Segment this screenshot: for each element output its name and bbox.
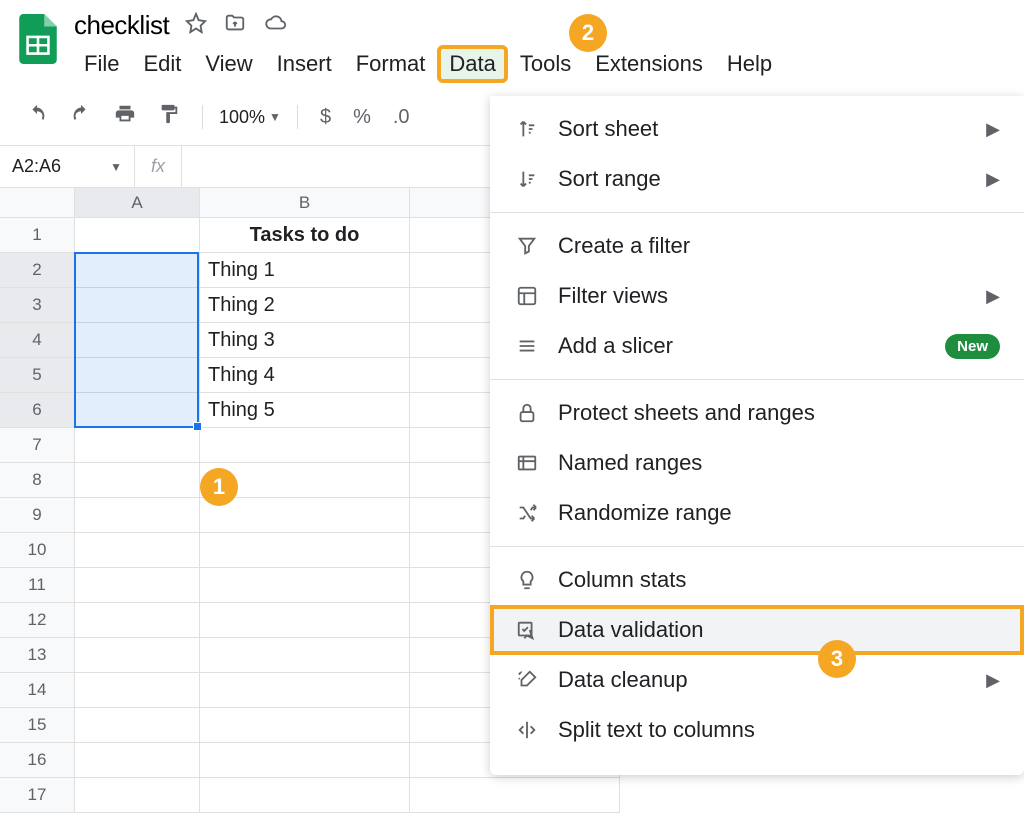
menu-create-filter[interactable]: Create a filter bbox=[490, 221, 1024, 271]
row-header[interactable]: 11 bbox=[0, 568, 75, 603]
row-header[interactable]: 17 bbox=[0, 778, 75, 813]
named-ranges-icon bbox=[514, 450, 540, 476]
col-header[interactable]: A bbox=[75, 188, 200, 218]
menu-tools[interactable]: Tools bbox=[510, 47, 581, 81]
menu-format[interactable]: Format bbox=[346, 47, 436, 81]
fx-label: fx bbox=[135, 146, 182, 187]
row-header[interactable]: 9 bbox=[0, 498, 75, 533]
step-badge-2: 2 bbox=[569, 14, 607, 52]
step-badge-1: 1 bbox=[200, 468, 238, 506]
currency-button[interactable]: $ bbox=[314, 102, 337, 133]
sort-sheet-icon bbox=[514, 116, 540, 142]
task-cell[interactable]: Thing 1 bbox=[200, 253, 410, 288]
menu-split-text[interactable]: Split text to columns bbox=[490, 705, 1024, 755]
header-cell[interactable]: Tasks to do bbox=[200, 218, 410, 253]
menu-edit[interactable]: Edit bbox=[133, 47, 191, 81]
percent-button[interactable]: % bbox=[347, 102, 377, 133]
task-cell[interactable]: Thing 3 bbox=[200, 323, 410, 358]
menu-data[interactable]: Data bbox=[439, 47, 505, 81]
submenu-arrow-icon: ▶ bbox=[986, 169, 1000, 190]
menu-help[interactable]: Help bbox=[717, 47, 782, 81]
menu-insert[interactable]: Insert bbox=[267, 47, 342, 81]
validation-icon bbox=[514, 617, 540, 643]
menu-bar: File Edit View Insert Format Data Tools … bbox=[74, 47, 782, 81]
header-bar: checklist File Edit View Insert Format D… bbox=[0, 0, 1024, 81]
menu-named-ranges[interactable]: Named ranges bbox=[490, 438, 1024, 488]
print-icon[interactable] bbox=[108, 99, 142, 135]
menu-sort-sheet[interactable]: Sort sheet ▶ bbox=[490, 104, 1024, 154]
row-header[interactable]: 12 bbox=[0, 603, 75, 638]
menu-extensions[interactable]: Extensions bbox=[585, 47, 713, 81]
randomize-icon bbox=[514, 500, 540, 526]
row-header[interactable]: 5 bbox=[0, 358, 75, 393]
menu-view[interactable]: View bbox=[195, 47, 262, 81]
cleanup-icon bbox=[514, 667, 540, 693]
decimal-button[interactable]: .0 bbox=[387, 102, 416, 133]
task-cell[interactable]: Thing 5 bbox=[200, 393, 410, 428]
step-badge-3: 3 bbox=[818, 640, 856, 678]
sort-range-icon bbox=[514, 166, 540, 192]
menu-add-slicer[interactable]: Add a slicer New bbox=[490, 321, 1024, 371]
submenu-arrow-icon: ▶ bbox=[986, 670, 1000, 691]
row-header[interactable]: 7 bbox=[0, 428, 75, 463]
menu-protect[interactable]: Protect sheets and ranges bbox=[490, 388, 1024, 438]
row-header[interactable]: 15 bbox=[0, 708, 75, 743]
submenu-arrow-icon: ▶ bbox=[986, 119, 1000, 140]
menu-data-validation[interactable]: Data validation bbox=[490, 605, 1024, 655]
name-box[interactable]: A2:A6▼ bbox=[0, 146, 135, 187]
menu-data-cleanup[interactable]: Data cleanup ▶ bbox=[490, 655, 1024, 705]
row-header[interactable]: 1 bbox=[0, 218, 75, 253]
row-header[interactable]: 14 bbox=[0, 673, 75, 708]
task-cell[interactable]: Thing 4 bbox=[200, 358, 410, 393]
new-badge: New bbox=[945, 334, 1000, 359]
menu-sort-range[interactable]: Sort range ▶ bbox=[490, 154, 1024, 204]
sheets-logo[interactable] bbox=[14, 10, 62, 68]
row-header[interactable]: 4 bbox=[0, 323, 75, 358]
submenu-arrow-icon: ▶ bbox=[986, 286, 1000, 307]
paint-format-icon[interactable] bbox=[152, 99, 186, 135]
row-header[interactable]: 16 bbox=[0, 743, 75, 778]
lock-icon bbox=[514, 400, 540, 426]
col-header[interactable]: B bbox=[200, 188, 410, 218]
split-icon bbox=[514, 717, 540, 743]
row-header[interactable]: 2 bbox=[0, 253, 75, 288]
redo-icon[interactable] bbox=[64, 99, 98, 135]
menu-file[interactable]: File bbox=[74, 47, 129, 81]
menu-randomize[interactable]: Randomize range bbox=[490, 488, 1024, 538]
row-header[interactable]: 10 bbox=[0, 533, 75, 568]
row-header[interactable]: 3 bbox=[0, 288, 75, 323]
select-all-corner[interactable] bbox=[0, 188, 75, 218]
star-icon[interactable] bbox=[185, 10, 207, 41]
row-header[interactable]: 6 bbox=[0, 393, 75, 428]
undo-icon[interactable] bbox=[20, 99, 54, 135]
zoom-dropdown[interactable]: 100% ▼ bbox=[219, 107, 281, 128]
row-header[interactable]: 8 bbox=[0, 463, 75, 498]
task-cell[interactable]: Thing 2 bbox=[200, 288, 410, 323]
document-title[interactable]: checklist bbox=[74, 10, 169, 41]
lightbulb-icon bbox=[514, 567, 540, 593]
cloud-icon[interactable] bbox=[263, 10, 289, 41]
filter-icon bbox=[514, 233, 540, 259]
data-menu-dropdown: Sort sheet ▶ Sort range ▶ Create a filte… bbox=[490, 96, 1024, 775]
slicer-icon bbox=[514, 333, 540, 359]
row-header[interactable]: 13 bbox=[0, 638, 75, 673]
filter-views-icon bbox=[514, 283, 540, 309]
menu-column-stats[interactable]: Column stats bbox=[490, 555, 1024, 605]
move-icon[interactable] bbox=[223, 10, 247, 41]
menu-filter-views[interactable]: Filter views ▶ bbox=[490, 271, 1024, 321]
